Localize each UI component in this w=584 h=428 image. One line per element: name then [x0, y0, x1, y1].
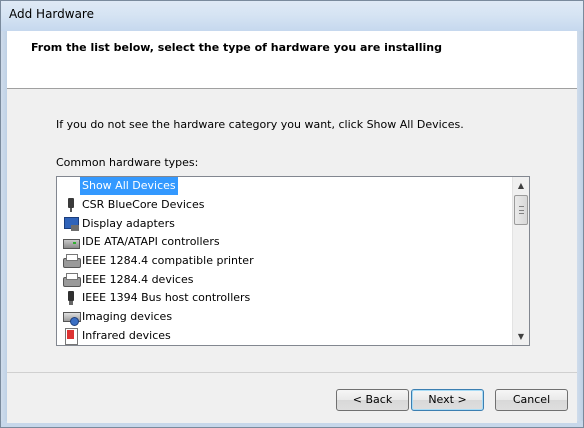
- scroll-up-arrow-icon[interactable]: ▲: [513, 177, 529, 194]
- grip-icon: [519, 206, 524, 214]
- scrollbar-thumb[interactable]: [514, 195, 528, 225]
- list-item-label: Imaging devices: [82, 310, 173, 324]
- window-frame-right: [577, 31, 583, 427]
- firewire-icon: [63, 290, 79, 306]
- list-item-ide-controllers[interactable]: IDE ATA/ATAPI controllers: [57, 233, 513, 252]
- wizard-heading: From the list below, select the type of …: [31, 41, 442, 54]
- printer-icon: [63, 253, 81, 269]
- wizard-header: From the list below, select the type of …: [7, 31, 577, 89]
- wizard-content: If you do not see the hardware category …: [7, 90, 577, 372]
- list-item-label: CSR BlueCore Devices: [82, 198, 205, 212]
- vertical-scrollbar[interactable]: ▲ ▼: [512, 177, 529, 345]
- list-item-label: Show All Devices: [80, 177, 178, 196]
- hardware-types-list: Show All Devices CSR BlueCore Devices Di…: [57, 177, 513, 345]
- add-hardware-window: Add Hardware From the list below, select…: [0, 0, 584, 428]
- list-item-label: IEEE 1394 Bus host controllers: [82, 291, 251, 305]
- back-button[interactable]: < Back: [336, 389, 409, 411]
- hardware-types-label: Common hardware types:: [56, 156, 199, 169]
- ide-controller-icon: [63, 234, 80, 250]
- display-adapter-icon: [63, 216, 79, 232]
- next-button[interactable]: Next >: [411, 389, 484, 411]
- list-item-show-all-devices[interactable]: Show All Devices: [57, 177, 513, 196]
- hardware-types-listbox[interactable]: Show All Devices CSR BlueCore Devices Di…: [56, 176, 530, 346]
- cancel-button[interactable]: Cancel: [495, 389, 568, 411]
- list-item-infrared-devices[interactable]: Infrared devices: [57, 327, 513, 346]
- list-item-label: IDE ATA/ATAPI controllers: [82, 235, 220, 249]
- list-item-csr-bluecore[interactable]: CSR BlueCore Devices: [57, 196, 513, 215]
- scroll-down-arrow-icon[interactable]: ▼: [513, 328, 529, 345]
- window-title: Add Hardware: [9, 7, 94, 21]
- blank-icon: [63, 178, 79, 194]
- usb-device-icon: [63, 197, 79, 213]
- list-item-label: IEEE 1284.4 devices: [82, 272, 194, 286]
- list-item-label: IEEE 1284.4 compatible printer: [82, 254, 254, 268]
- printer-icon: [63, 272, 81, 288]
- list-item-label: Display adapters: [82, 216, 175, 230]
- list-item-display-adapters[interactable]: Display adapters: [57, 214, 513, 233]
- list-item-label: Infrared devices: [82, 328, 171, 342]
- title-bar[interactable]: Add Hardware: [1, 1, 583, 31]
- imaging-device-icon: [63, 309, 81, 327]
- list-item-ieee-1394-controllers[interactable]: IEEE 1394 Bus host controllers: [57, 289, 513, 308]
- instruction-text: If you do not see the hardware category …: [56, 118, 464, 131]
- list-item-ieee-compatible-printer[interactable]: IEEE 1284.4 compatible printer: [57, 252, 513, 271]
- list-item-ieee-devices[interactable]: IEEE 1284.4 devices: [57, 270, 513, 289]
- wizard-footer: < Back Next > Cancel: [7, 373, 577, 423]
- infrared-icon: [63, 327, 79, 345]
- list-item-imaging-devices[interactable]: Imaging devices: [57, 308, 513, 327]
